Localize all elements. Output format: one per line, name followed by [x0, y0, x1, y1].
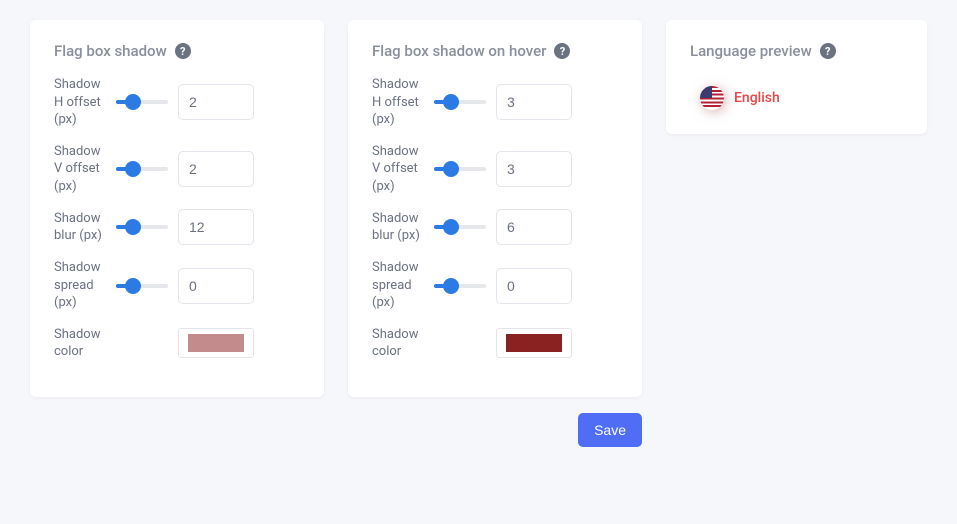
shadow-blur-slider[interactable] [434, 222, 486, 232]
flag-icon [700, 86, 724, 110]
shadow-color-swatch [506, 334, 562, 352]
shadow-spread-input[interactable] [496, 268, 572, 304]
shadow-v-offset-label: Shadow V offset (px) [54, 143, 106, 196]
shadow-color-swatch [188, 334, 244, 352]
panel-title: Language preview [690, 42, 812, 60]
shadow-spread-label: Shadow spread (px) [54, 259, 106, 312]
shadow-blur-input[interactable] [496, 209, 572, 245]
help-icon[interactable]: ? [554, 43, 570, 59]
shadow-blur-label: Shadow blur (px) [372, 210, 424, 245]
shadow-color-label: Shadow color [54, 326, 106, 361]
shadow-blur-label: Shadow blur (px) [54, 210, 106, 245]
shadow-h-offset-input[interactable] [178, 84, 254, 120]
flag-shadow-panel: Flag box shadow ? Shadow H offset (px) S… [30, 20, 324, 397]
panel-title: Flag box shadow on hover [372, 42, 546, 60]
language-preview: English [690, 76, 903, 112]
shadow-blur-input[interactable] [178, 209, 254, 245]
shadow-color-label: Shadow color [372, 326, 424, 361]
shadow-v-offset-input[interactable] [178, 151, 254, 187]
shadow-v-offset-label: Shadow V offset (px) [372, 143, 424, 196]
shadow-spread-input[interactable] [178, 268, 254, 304]
shadow-v-offset-input[interactable] [496, 151, 572, 187]
shadow-h-offset-slider[interactable] [434, 97, 486, 107]
language-name: English [734, 90, 780, 106]
flag-shadow-hover-panel: Flag box shadow on hover ? Shadow H offs… [348, 20, 642, 397]
shadow-color-picker[interactable] [496, 328, 572, 358]
shadow-blur-slider[interactable] [116, 222, 168, 232]
shadow-h-offset-input[interactable] [496, 84, 572, 120]
shadow-spread-slider[interactable] [116, 281, 168, 291]
save-button[interactable]: Save [578, 413, 642, 447]
help-icon[interactable]: ? [820, 43, 836, 59]
shadow-spread-label: Shadow spread (px) [372, 259, 424, 312]
language-preview-panel: Language preview ? English [666, 20, 927, 134]
shadow-v-offset-slider[interactable] [434, 164, 486, 174]
shadow-h-offset-label: Shadow H offset (px) [54, 76, 106, 129]
shadow-color-picker[interactable] [178, 328, 254, 358]
shadow-h-offset-slider[interactable] [116, 97, 168, 107]
shadow-h-offset-label: Shadow H offset (px) [372, 76, 424, 129]
help-icon[interactable]: ? [175, 43, 191, 59]
shadow-spread-slider[interactable] [434, 281, 486, 291]
panel-title: Flag box shadow [54, 42, 167, 60]
shadow-v-offset-slider[interactable] [116, 164, 168, 174]
